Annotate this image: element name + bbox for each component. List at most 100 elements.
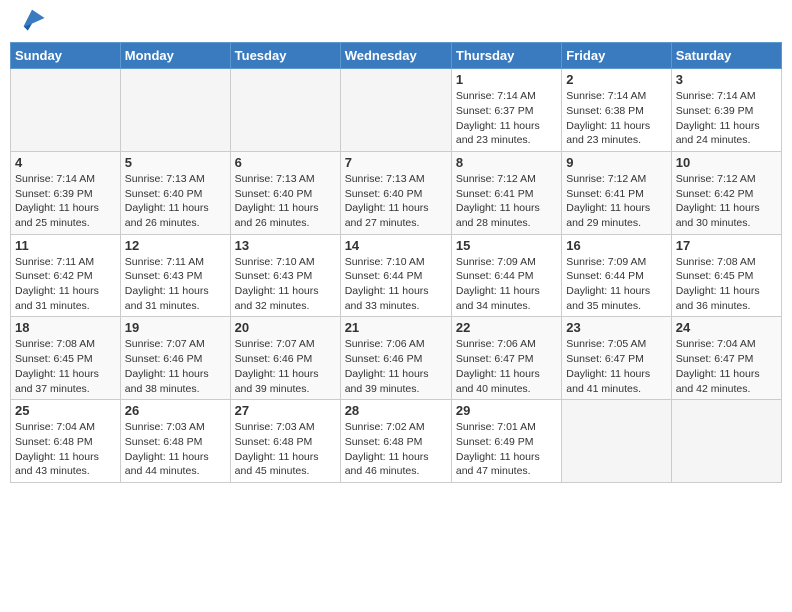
calendar-cell: 22 Sunrise: 7:06 AMSunset: 6:47 PMDayligh… xyxy=(451,317,561,400)
calendar-cell: 1 Sunrise: 7:14 AMSunset: 6:37 PMDaylight… xyxy=(451,69,561,152)
calendar-cell: 24 Sunrise: 7:04 AMSunset: 6:47 PMDayligh… xyxy=(671,317,781,400)
column-header-tuesday: Tuesday xyxy=(230,43,340,69)
calendar-cell: 27 Sunrise: 7:03 AMSunset: 6:48 PMDayligh… xyxy=(230,400,340,483)
day-info: Sunrise: 7:04 AMSunset: 6:47 PMDaylight:… xyxy=(676,337,777,396)
day-number: 13 xyxy=(235,238,336,253)
day-info: Sunrise: 7:08 AMSunset: 6:45 PMDaylight:… xyxy=(676,255,777,314)
day-info: Sunrise: 7:03 AMSunset: 6:48 PMDaylight:… xyxy=(125,420,226,479)
day-number: 16 xyxy=(566,238,666,253)
day-number: 5 xyxy=(125,155,226,170)
calendar-cell: 9 Sunrise: 7:12 AMSunset: 6:41 PMDaylight… xyxy=(562,151,671,234)
day-info: Sunrise: 7:10 AMSunset: 6:44 PMDaylight:… xyxy=(345,255,447,314)
day-info: Sunrise: 7:01 AMSunset: 6:49 PMDaylight:… xyxy=(456,420,557,479)
calendar-cell: 2 Sunrise: 7:14 AMSunset: 6:38 PMDaylight… xyxy=(562,69,671,152)
day-info: Sunrise: 7:10 AMSunset: 6:43 PMDaylight:… xyxy=(235,255,336,314)
day-number: 10 xyxy=(676,155,777,170)
calendar-cell: 21Sunrise: 7:06 AMSunset: 6:46 PMDayligh… xyxy=(340,317,451,400)
day-info: Sunrise: 7:13 AMSunset: 6:40 PMDaylight:… xyxy=(345,172,447,231)
day-info: Sunrise: 7:11 AMSunset: 6:43 PMDaylight:… xyxy=(125,255,226,314)
day-number: 25 xyxy=(15,403,116,418)
calendar-cell: 15 Sunrise: 7:09 AMSunset: 6:44 PMDayligh… xyxy=(451,234,561,317)
day-info: Sunrise: 7:13 AMSunset: 6:40 PMDaylight:… xyxy=(235,172,336,231)
day-info: Sunrise: 7:09 AMSunset: 6:44 PMDaylight:… xyxy=(456,255,557,314)
day-number: 1 xyxy=(456,72,557,87)
day-number: 17 xyxy=(676,238,777,253)
day-info: Sunrise: 7:04 AMSunset: 6:48 PMDaylight:… xyxy=(15,420,116,479)
day-info: Sunrise: 7:11 AMSunset: 6:42 PMDaylight:… xyxy=(15,255,116,314)
column-header-friday: Friday xyxy=(562,43,671,69)
week-row-4: 18 Sunrise: 7:08 AMSunset: 6:45 PMDayligh… xyxy=(11,317,782,400)
day-number: 23 xyxy=(566,320,666,335)
calendar-cell: 12 Sunrise: 7:11 AMSunset: 6:43 PMDayligh… xyxy=(120,234,230,317)
day-info: Sunrise: 7:14 AMSunset: 6:39 PMDaylight:… xyxy=(676,89,777,148)
week-row-3: 11 Sunrise: 7:11 AMSunset: 6:42 PMDayligh… xyxy=(11,234,782,317)
day-info: Sunrise: 7:06 AMSunset: 6:46 PMDaylight:… xyxy=(345,337,447,396)
day-info: Sunrise: 7:06 AMSunset: 6:47 PMDaylight:… xyxy=(456,337,557,396)
calendar-cell: 8Sunrise: 7:12 AMSunset: 6:41 PMDaylight… xyxy=(451,151,561,234)
week-row-2: 4 Sunrise: 7:14 AMSunset: 6:39 PMDaylight… xyxy=(11,151,782,234)
calendar-cell: 29 Sunrise: 7:01 AMSunset: 6:49 PMDayligh… xyxy=(451,400,561,483)
day-info: Sunrise: 7:12 AMSunset: 6:41 PMDaylight:… xyxy=(456,172,557,231)
calendar-cell: 14 Sunrise: 7:10 AMSunset: 6:44 PMDayligh… xyxy=(340,234,451,317)
calendar-cell: 17 Sunrise: 7:08 AMSunset: 6:45 PMDayligh… xyxy=(671,234,781,317)
day-number: 3 xyxy=(676,72,777,87)
week-row-1: 1 Sunrise: 7:14 AMSunset: 6:37 PMDaylight… xyxy=(11,69,782,152)
calendar-cell: 26Sunrise: 7:03 AMSunset: 6:48 PMDayligh… xyxy=(120,400,230,483)
calendar-cell: 13 Sunrise: 7:10 AMSunset: 6:43 PMDayligh… xyxy=(230,234,340,317)
day-number: 11 xyxy=(15,238,116,253)
day-info: Sunrise: 7:03 AMSunset: 6:48 PMDaylight:… xyxy=(235,420,336,479)
day-number: 22 xyxy=(456,320,557,335)
column-header-saturday: Saturday xyxy=(671,43,781,69)
column-header-wednesday: Wednesday xyxy=(340,43,451,69)
calendar-cell: 5 Sunrise: 7:13 AMSunset: 6:40 PMDaylight… xyxy=(120,151,230,234)
page-header xyxy=(10,10,782,34)
day-number: 6 xyxy=(235,155,336,170)
day-info: Sunrise: 7:02 AMSunset: 6:48 PMDaylight:… xyxy=(345,420,447,479)
column-header-thursday: Thursday xyxy=(451,43,561,69)
calendar-cell: 16 Sunrise: 7:09 AMSunset: 6:44 PMDayligh… xyxy=(562,234,671,317)
calendar-cell: 7 Sunrise: 7:13 AMSunset: 6:40 PMDaylight… xyxy=(340,151,451,234)
day-number: 15 xyxy=(456,238,557,253)
calendar-cell: 10 Sunrise: 7:12 AMSunset: 6:42 PMDayligh… xyxy=(671,151,781,234)
day-number: 12 xyxy=(125,238,226,253)
day-number: 7 xyxy=(345,155,447,170)
column-header-monday: Monday xyxy=(120,43,230,69)
day-number: 19 xyxy=(125,320,226,335)
calendar-cell: 11 Sunrise: 7:11 AMSunset: 6:42 PMDayligh… xyxy=(11,234,121,317)
calendar-cell: 18 Sunrise: 7:08 AMSunset: 6:45 PMDayligh… xyxy=(11,317,121,400)
day-info: Sunrise: 7:07 AMSunset: 6:46 PMDaylight:… xyxy=(125,337,226,396)
day-number: 2 xyxy=(566,72,666,87)
day-info: Sunrise: 7:13 AMSunset: 6:40 PMDaylight:… xyxy=(125,172,226,231)
calendar-cell: 23 Sunrise: 7:05 AMSunset: 6:47 PMDayligh… xyxy=(562,317,671,400)
day-info: Sunrise: 7:09 AMSunset: 6:44 PMDaylight:… xyxy=(566,255,666,314)
day-info: Sunrise: 7:14 AMSunset: 6:37 PMDaylight:… xyxy=(456,89,557,148)
day-info: Sunrise: 7:14 AMSunset: 6:38 PMDaylight:… xyxy=(566,89,666,148)
header-row: SundayMondayTuesdayWednesdayThursdayFrid… xyxy=(11,43,782,69)
day-number: 29 xyxy=(456,403,557,418)
day-number: 28 xyxy=(345,403,447,418)
day-number: 18 xyxy=(15,320,116,335)
calendar-table: SundayMondayTuesdayWednesdayThursdayFrid… xyxy=(10,42,782,483)
logo-icon xyxy=(18,4,46,32)
day-number: 24 xyxy=(676,320,777,335)
calendar-cell xyxy=(671,400,781,483)
calendar-cell xyxy=(11,69,121,152)
calendar-cell: 25 Sunrise: 7:04 AMSunset: 6:48 PMDayligh… xyxy=(11,400,121,483)
day-info: Sunrise: 7:07 AMSunset: 6:46 PMDaylight:… xyxy=(235,337,336,396)
day-info: Sunrise: 7:14 AMSunset: 6:39 PMDaylight:… xyxy=(15,172,116,231)
calendar-cell: 20Sunrise: 7:07 AMSunset: 6:46 PMDayligh… xyxy=(230,317,340,400)
day-info: Sunrise: 7:05 AMSunset: 6:47 PMDaylight:… xyxy=(566,337,666,396)
day-info: Sunrise: 7:12 AMSunset: 6:41 PMDaylight:… xyxy=(566,172,666,231)
calendar-cell xyxy=(230,69,340,152)
day-number: 9 xyxy=(566,155,666,170)
calendar-cell: 6 Sunrise: 7:13 AMSunset: 6:40 PMDaylight… xyxy=(230,151,340,234)
calendar-cell: 4 Sunrise: 7:14 AMSunset: 6:39 PMDaylight… xyxy=(11,151,121,234)
week-row-5: 25 Sunrise: 7:04 AMSunset: 6:48 PMDayligh… xyxy=(11,400,782,483)
day-info: Sunrise: 7:08 AMSunset: 6:45 PMDaylight:… xyxy=(15,337,116,396)
day-number: 27 xyxy=(235,403,336,418)
day-number: 4 xyxy=(15,155,116,170)
day-number: 14 xyxy=(345,238,447,253)
day-info: Sunrise: 7:12 AMSunset: 6:42 PMDaylight:… xyxy=(676,172,777,231)
calendar-cell xyxy=(562,400,671,483)
calendar-cell: 28 Sunrise: 7:02 AMSunset: 6:48 PMDayligh… xyxy=(340,400,451,483)
